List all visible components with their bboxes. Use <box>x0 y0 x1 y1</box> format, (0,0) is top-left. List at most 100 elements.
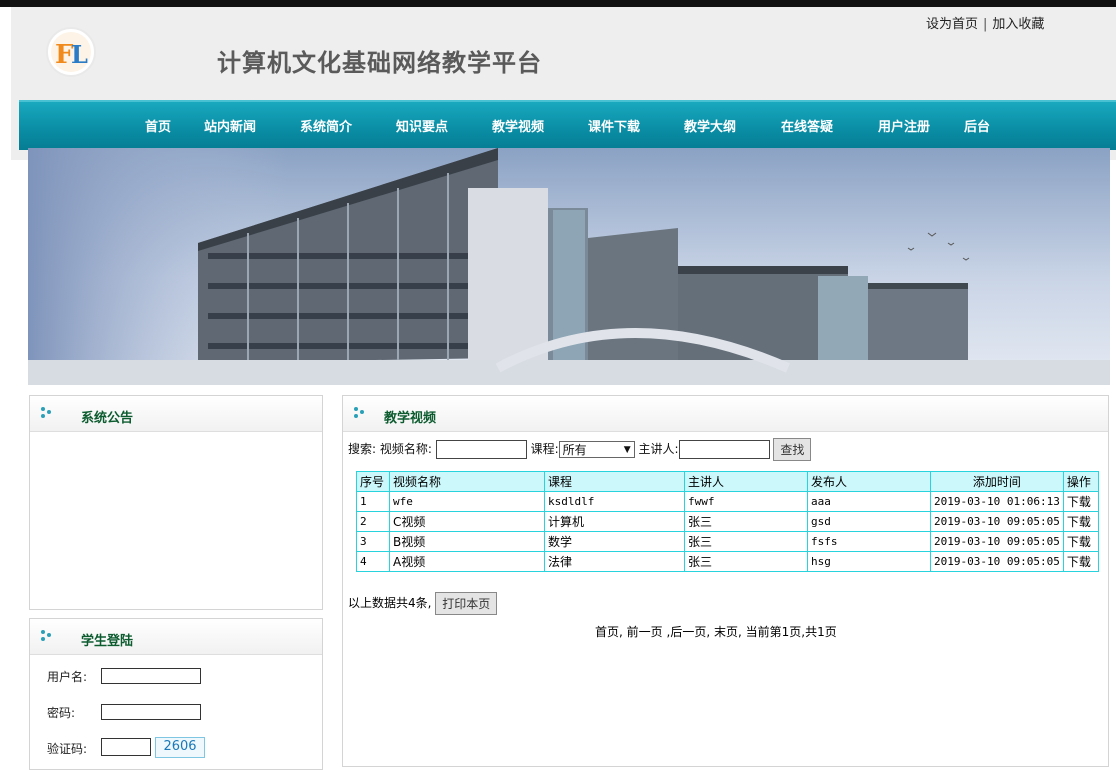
download-link[interactable]: 下载 <box>1062 531 1099 552</box>
cell-lecturer: 张三 <box>684 531 808 552</box>
top-links: 设为首页 | 加入收藏 <box>926 13 1044 32</box>
cell-course: 法律 <box>544 551 685 572</box>
cell-course: ksdldlf <box>544 491 685 512</box>
cell-name: A视频 <box>389 551 545 572</box>
pager-first-link[interactable]: 首页, <box>595 625 623 639</box>
cell-time: 2019-03-10 09:05:05 <box>930 551 1064 572</box>
record-count-text: 以上数据共4条, <box>348 596 432 610</box>
col-header-action: 操作 <box>1062 471 1099 492</box>
captcha-label: 验证码: <box>47 742 88 756</box>
cell-no: 3 <box>356 531 390 552</box>
download-link[interactable]: 下载 <box>1062 511 1099 532</box>
nav-item-home[interactable]: 首页 <box>145 116 171 135</box>
nav-item-videos[interactable]: 教学视频 <box>492 116 544 135</box>
top-dark-bar <box>0 0 1116 7</box>
notice-panel: 系统公告 <box>29 395 323 610</box>
download-link[interactable]: 下载 <box>1062 491 1099 512</box>
nav-item-intro[interactable]: 系统简介 <box>300 116 352 135</box>
notice-panel-title: 系统公告 <box>81 411 134 426</box>
course-label: 课程: <box>530 442 559 456</box>
col-header-time: 添加时间 <box>930 471 1064 492</box>
login-panel-header: 学生登陆 <box>30 619 322 655</box>
notice-panel-header: 系统公告 <box>30 396 322 432</box>
site-title: 计算机文化基础网络教学平台 <box>217 48 542 77</box>
cell-name: B视频 <box>389 531 545 552</box>
col-header-name: 视频名称 <box>389 471 545 492</box>
bullet-dots-icon <box>41 407 51 418</box>
cell-publisher: hsg <box>807 551 931 572</box>
pager-prev-link[interactable]: 前一页 <box>627 625 663 639</box>
nav-item-news[interactable]: 站内新闻 <box>204 116 256 135</box>
download-link[interactable]: 下载 <box>1062 551 1099 572</box>
cell-no: 1 <box>356 491 390 512</box>
cell-publisher: aaa <box>807 491 931 512</box>
search-bar: 搜索: 视频名称: 课程: 所有 ▼ 主讲人: 查找 <box>348 438 812 461</box>
cell-time: 2019-03-10 09:05:05 <box>930 511 1064 532</box>
campus-banner-image <box>28 148 1110 385</box>
nav-item-register[interactable]: 用户注册 <box>878 116 930 135</box>
cell-name: wfe <box>389 491 545 512</box>
summary-row: 以上数据共4条, 打印本页 <box>348 592 498 615</box>
pager-next-link[interactable]: ,后一页, <box>667 625 711 639</box>
table-row: 2 C视频 计算机 张三 gsd 2019-03-10 09:05:05 下载 <box>356 511 1099 532</box>
cell-publisher: fsfs <box>807 531 931 552</box>
svg-text:L: L <box>71 40 88 69</box>
pagination: 首页, 前一页 ,后一页, 末页, 当前第1页,共1页 <box>595 623 837 640</box>
username-input[interactable] <box>101 668 201 684</box>
site-logo: F L <box>43 25 99 79</box>
cell-course: 计算机 <box>544 511 685 532</box>
cell-lecturer: fwwf <box>684 491 808 512</box>
password-label: 密码: <box>47 706 76 720</box>
col-header-publisher: 发布人 <box>807 471 931 492</box>
cell-time: 2019-03-10 09:05:05 <box>930 531 1064 552</box>
top-links-separator: | <box>983 17 988 32</box>
dropdown-arrow-icon: ▼ <box>623 445 631 455</box>
login-panel-title: 学生登陆 <box>81 634 134 649</box>
col-header-course: 课程 <box>544 471 685 492</box>
video-panel-title: 教学视频 <box>384 411 437 426</box>
nav-item-syllabus[interactable]: 教学大纲 <box>684 116 736 135</box>
search-label: 搜索: <box>348 442 377 456</box>
search-button[interactable]: 查找 <box>773 438 812 461</box>
lecturer-label: 主讲人: <box>638 442 679 456</box>
nav-item-knowledge[interactable]: 知识要点 <box>396 116 448 135</box>
pager-status: 当前第1页,共1页 <box>745 625 837 639</box>
cell-no: 2 <box>356 511 390 532</box>
set-homepage-link[interactable]: 设为首页 <box>926 17 978 32</box>
username-label: 用户名: <box>47 670 88 684</box>
main-nav: 首页 站内新闻 系统简介 知识要点 教学视频 课件下载 教学大纲 在线答疑 用户… <box>19 100 1116 150</box>
captcha-image[interactable]: 2606 <box>155 737 205 758</box>
video-panel: 教学视频 搜索: 视频名称: 课程: 所有 ▼ 主讲人: 查找 序号 视频名称 课程… <box>342 395 1109 767</box>
password-input[interactable] <box>101 704 201 720</box>
cell-no: 4 <box>356 551 390 572</box>
nav-item-courseware[interactable]: 课件下载 <box>588 116 640 135</box>
print-page-button[interactable]: 打印本页 <box>435 592 498 615</box>
table-row: 4 A视频 法律 张三 hsg 2019-03-10 09:05:05 下载 <box>356 551 1099 572</box>
login-panel: 学生登陆 用户名: 密码: 验证码: 2606 <box>29 618 323 770</box>
cell-lecturer: 张三 <box>684 551 808 572</box>
cell-name: C视频 <box>389 511 545 532</box>
cell-time: 2019-03-10 01:06:13 <box>930 491 1064 512</box>
bullet-dots-icon <box>41 630 51 641</box>
table-row: 3 B视频 数学 张三 fsfs 2019-03-10 09:05:05 下载 <box>356 531 1099 552</box>
nav-item-admin[interactable]: 后台 <box>964 116 990 135</box>
course-select-value: 所有 <box>562 443 587 457</box>
captcha-input[interactable] <box>101 738 151 756</box>
video-panel-header: 教学视频 <box>343 396 1108 432</box>
cell-publisher: gsd <box>807 511 931 532</box>
course-select[interactable]: 所有 ▼ <box>558 441 635 458</box>
pager-last-link[interactable]: 末页, <box>714 625 742 639</box>
bullet-dots-icon <box>354 407 364 418</box>
cell-course: 数学 <box>544 531 685 552</box>
cell-lecturer: 张三 <box>684 511 808 532</box>
col-header-no: 序号 <box>356 471 390 492</box>
video-name-input[interactable] <box>435 440 527 459</box>
lecturer-input[interactable] <box>678 440 770 459</box>
table-row: 1 wfe ksdldlf fwwf aaa 2019-03-10 01:06:… <box>356 491 1099 512</box>
video-table: 序号 视频名称 课程 主讲人 发布人 添加时间 操作 1 wfe ksdldlf… <box>356 471 1099 572</box>
table-header-row: 序号 视频名称 课程 主讲人 发布人 添加时间 操作 <box>356 471 1099 492</box>
nav-item-qa[interactable]: 在线答疑 <box>781 116 833 135</box>
add-favorite-link[interactable]: 加入收藏 <box>992 17 1044 32</box>
video-name-label: 视频名称: <box>379 442 432 456</box>
col-header-lecturer: 主讲人 <box>684 471 808 492</box>
